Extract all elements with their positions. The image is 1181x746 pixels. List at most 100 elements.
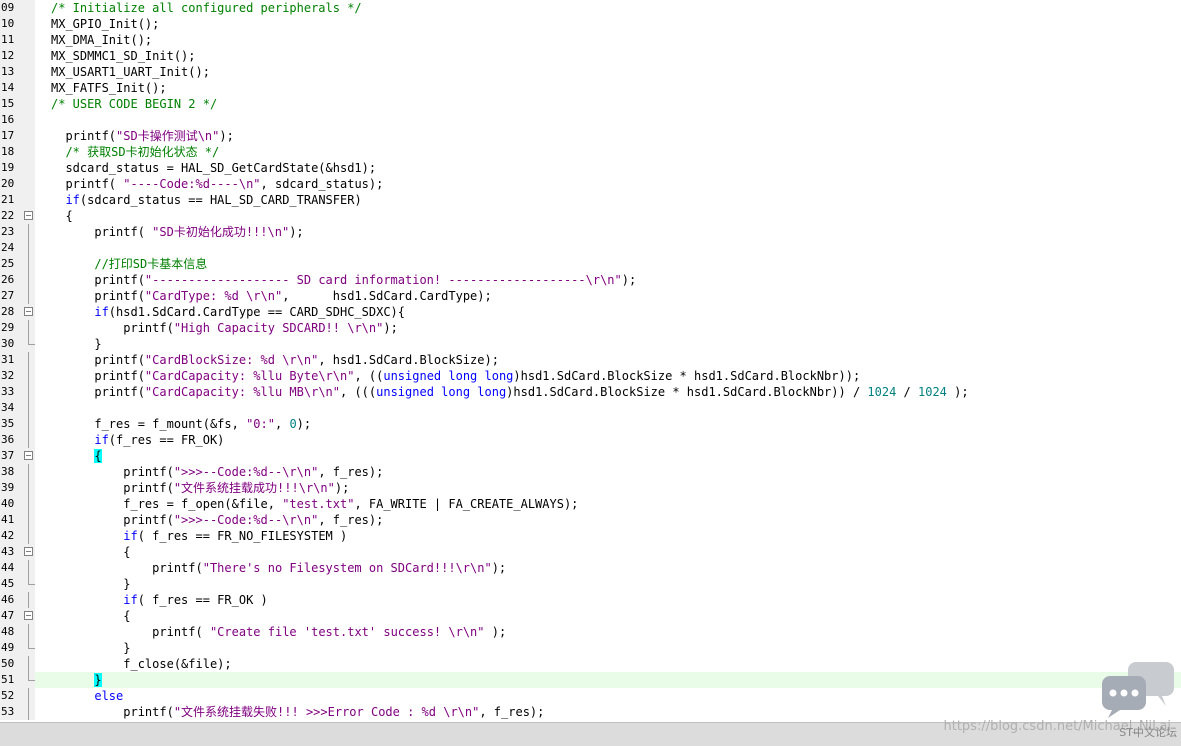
fold-margin[interactable] [22, 544, 35, 560]
code-text[interactable]: if(hsd1.SdCard.CardType == CARD_SDHC_SDX… [35, 304, 1181, 320]
code-text[interactable] [35, 240, 1181, 256]
code-text[interactable] [35, 112, 1181, 128]
code-text[interactable]: printf("There's no Filesystem on SDCard!… [35, 560, 1181, 576]
code-text[interactable]: f_res = f_open(&file, "test.txt", FA_WRI… [35, 496, 1181, 512]
code-line[interactable]: 42 if( f_res == FR_NO_FILESYSTEM ) [0, 528, 1181, 544]
code-line[interactable]: 29 printf("High Capacity SDCARD!! \r\n")… [0, 320, 1181, 336]
code-line[interactable]: 37 { [0, 448, 1181, 464]
code-text[interactable]: printf( "Create file 'test.txt' success!… [35, 624, 1181, 640]
code-text[interactable]: MX_DMA_Init(); [35, 32, 1181, 48]
code-text[interactable]: //打印SD卡基本信息 [35, 256, 1181, 272]
code-line[interactable]: 28 if(hsd1.SdCard.CardType == CARD_SDHC_… [0, 304, 1181, 320]
code-text[interactable]: else [35, 688, 1181, 704]
code-line[interactable]: 31 printf("CardBlockSize: %d \r\n", hsd1… [0, 352, 1181, 368]
code-line[interactable]: 48 printf( "Create file 'test.txt' succe… [0, 624, 1181, 640]
code-line[interactable]: 25 //打印SD卡基本信息 [0, 256, 1181, 272]
code-text[interactable]: } [35, 576, 1181, 592]
code-text[interactable]: printf("CardType: %d \r\n", hsd1.SdCard.… [35, 288, 1181, 304]
code-line[interactable]: 30 } [0, 336, 1181, 352]
code-line[interactable]: 50 f_close(&file); [0, 656, 1181, 672]
code-text[interactable]: f_res = f_mount(&fs, "0:", 0); [35, 416, 1181, 432]
code-text[interactable]: { [35, 544, 1181, 560]
code-line[interactable]: 24 [0, 240, 1181, 256]
code-text[interactable]: MX_GPIO_Init(); [35, 16, 1181, 32]
code-line[interactable]: 11 MX_DMA_Init(); [0, 32, 1181, 48]
code-line[interactable]: 40 f_res = f_open(&file, "test.txt", FA_… [0, 496, 1181, 512]
code-line[interactable]: 20 printf( "----Code:%d----\n", sdcard_s… [0, 176, 1181, 192]
code-line[interactable]: 53 printf("文件系统挂载失败!!! >>>Error Code : %… [0, 704, 1181, 720]
code-line[interactable]: 45 } [0, 576, 1181, 592]
fold-collapse-icon[interactable] [24, 307, 33, 316]
code-text[interactable]: } [35, 336, 1181, 352]
code-text[interactable]: MX_SDMMC1_SD_Init(); [35, 48, 1181, 64]
code-line[interactable]: 09 /* Initialize all configured periphera… [0, 0, 1181, 16]
code-text[interactable]: { [35, 608, 1181, 624]
code-line[interactable]: 10 MX_GPIO_Init(); [0, 16, 1181, 32]
code-line[interactable]: 32 printf("CardCapacity: %llu Byte\r\n",… [0, 368, 1181, 384]
chat-bubble-icon[interactable] [1100, 660, 1180, 720]
code-text[interactable]: if( f_res == FR_NO_FILESYSTEM ) [35, 528, 1181, 544]
code-text[interactable]: if(f_res == FR_OK) [35, 432, 1181, 448]
code-line[interactable]: 22 { [0, 208, 1181, 224]
code-line[interactable]: 39 printf("文件系统挂载成功!!!\r\n"); [0, 480, 1181, 496]
code-line[interactable]: 33 printf("CardCapacity: %llu MB\r\n", (… [0, 384, 1181, 400]
code-line[interactable]: 38 printf(">>>--Code:%d--\r\n", f_res); [0, 464, 1181, 480]
code-text[interactable]: { [35, 448, 1181, 464]
code-text[interactable]: MX_FATFS_Init(); [35, 80, 1181, 96]
code-line[interactable]: 49 } [0, 640, 1181, 656]
code-line[interactable]: 21 if(sdcard_status == HAL_SD_CARD_TRANS… [0, 192, 1181, 208]
code-text[interactable]: printf(">>>--Code:%d--\r\n", f_res); [35, 464, 1181, 480]
code-text[interactable] [35, 400, 1181, 416]
fold-margin[interactable] [22, 608, 35, 624]
code-text[interactable]: } [35, 672, 1181, 688]
code-text[interactable]: printf("CardCapacity: %llu MB\r\n", (((u… [35, 384, 1181, 400]
code-text[interactable]: /* USER CODE BEGIN 2 */ [35, 96, 1181, 112]
code-line[interactable]: 16 [0, 112, 1181, 128]
code-line[interactable]: 43 { [0, 544, 1181, 560]
code-line[interactable]: 52 else [0, 688, 1181, 704]
code-text[interactable]: } [35, 640, 1181, 656]
code-line[interactable]: 44 printf("There's no Filesystem on SDCa… [0, 560, 1181, 576]
fold-margin[interactable] [22, 304, 35, 320]
code-line[interactable]: 35 f_res = f_mount(&fs, "0:", 0); [0, 416, 1181, 432]
fold-margin[interactable] [22, 208, 35, 224]
code-line[interactable]: 26 printf("------------------- SD card i… [0, 272, 1181, 288]
code-text[interactable]: MX_USART1_UART_Init(); [35, 64, 1181, 80]
code-text[interactable]: printf("SD卡操作测试\n"); [35, 128, 1181, 144]
code-line[interactable]: 34 [0, 400, 1181, 416]
code-text[interactable]: printf("CardBlockSize: %d \r\n", hsd1.Sd… [35, 352, 1181, 368]
fold-collapse-icon[interactable] [24, 547, 33, 556]
code-line[interactable]: 12 MX_SDMMC1_SD_Init(); [0, 48, 1181, 64]
code-text[interactable]: if(sdcard_status == HAL_SD_CARD_TRANSFER… [35, 192, 1181, 208]
code-line[interactable]: 18 /* 获取SD卡初始化状态 */ [0, 144, 1181, 160]
code-text[interactable]: printf( "----Code:%d----\n", sdcard_stat… [35, 176, 1181, 192]
fold-margin[interactable] [22, 448, 35, 464]
code-line[interactable]: 41 printf(">>>--Code:%d--\r\n", f_res); [0, 512, 1181, 528]
code-text[interactable]: printf("------------------- SD card info… [35, 272, 1181, 288]
code-text[interactable]: printf("文件系统挂载成功!!!\r\n"); [35, 480, 1181, 496]
fold-collapse-icon[interactable] [24, 211, 33, 220]
code-line[interactable]: 27 printf("CardType: %d \r\n", hsd1.SdCa… [0, 288, 1181, 304]
code-line[interactable]: 14 MX_FATFS_Init(); [0, 80, 1181, 96]
code-text[interactable]: printf("文件系统挂载失败!!! >>>Error Code : %d \… [35, 704, 1181, 720]
code-line[interactable]: 15 /* USER CODE BEGIN 2 */ [0, 96, 1181, 112]
code-line[interactable]: 13 MX_USART1_UART_Init(); [0, 64, 1181, 80]
code-line[interactable]: 47 { [0, 608, 1181, 624]
code-line[interactable]: 36 if(f_res == FR_OK) [0, 432, 1181, 448]
code-text[interactable]: { [35, 208, 1181, 224]
code-text[interactable]: /* 获取SD卡初始化状态 */ [35, 144, 1181, 160]
code-text[interactable]: if( f_res == FR_OK ) [35, 592, 1181, 608]
code-text[interactable]: /* Initialize all configured peripherals… [35, 0, 1181, 16]
code-line[interactable]: 19 sdcard_status = HAL_SD_GetCardState(&… [0, 160, 1181, 176]
code-text[interactable]: sdcard_status = HAL_SD_GetCardState(&hsd… [35, 160, 1181, 176]
code-editor[interactable]: 09 /* Initialize all configured periphera… [0, 0, 1181, 722]
code-text[interactable]: printf("High Capacity SDCARD!! \r\n"); [35, 320, 1181, 336]
code-line[interactable]: 17 printf("SD卡操作测试\n"); [0, 128, 1181, 144]
code-line[interactable]: 46 if( f_res == FR_OK ) [0, 592, 1181, 608]
code-text[interactable]: printf("CardCapacity: %llu Byte\r\n", ((… [35, 368, 1181, 384]
code-line[interactable]: 51 } [0, 672, 1181, 688]
code-text[interactable]: f_close(&file); [35, 656, 1181, 672]
fold-collapse-icon[interactable] [24, 451, 33, 460]
fold-collapse-icon[interactable] [24, 611, 33, 620]
code-text[interactable]: printf(">>>--Code:%d--\r\n", f_res); [35, 512, 1181, 528]
